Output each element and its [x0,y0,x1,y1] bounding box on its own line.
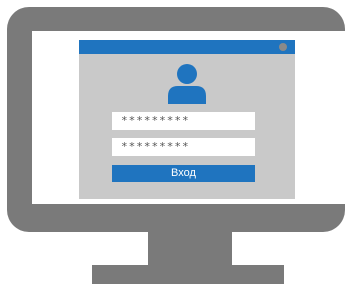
login-button[interactable]: Вход [112,165,255,182]
window-titlebar [79,40,295,54]
monitor-illustration: ********* ********* Вход [0,0,345,287]
password-confirm-field[interactable]: ********* [112,138,255,156]
password-field[interactable]: ********* [112,112,255,130]
monitor-base [92,265,284,284]
login-window: ********* ********* Вход [79,40,295,199]
monitor-neck [148,232,232,266]
window-dot-icon[interactable] [279,43,287,51]
user-icon [168,64,206,104]
